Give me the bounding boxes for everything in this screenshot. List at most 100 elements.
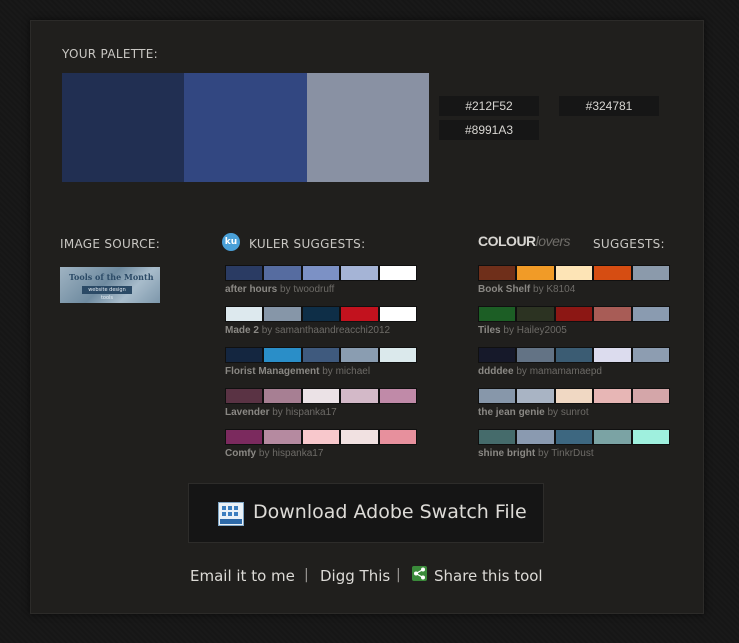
swatch-cell bbox=[479, 389, 518, 403]
suggestion-author: michael bbox=[335, 366, 371, 377]
swatch-cell bbox=[226, 389, 265, 403]
suggestion-swatch-strip[interactable] bbox=[478, 429, 670, 445]
thumbnail-subtitle: website design tools bbox=[82, 286, 132, 301]
suggestion-name: Tiles bbox=[478, 325, 501, 336]
suggestion-by: by bbox=[538, 448, 549, 459]
swatch-cell bbox=[302, 266, 342, 280]
suggestion-label[interactable]: Book Shelf by K8104 bbox=[478, 284, 575, 295]
suggestion-name: Lavender bbox=[225, 407, 270, 418]
swatch-cell bbox=[479, 266, 518, 280]
palette-panel: YOUR PALETTE: #212F52 #324781 #8991A3 IM… bbox=[30, 20, 704, 614]
swatch-cell bbox=[632, 307, 670, 321]
swatch-cell bbox=[226, 307, 265, 321]
suggestion-label[interactable]: Lavender by hispanka17 bbox=[225, 407, 337, 418]
suggestion-by: by bbox=[322, 366, 333, 377]
swatch-cell bbox=[517, 430, 556, 444]
swatch-cell bbox=[341, 307, 380, 321]
swatch-cell bbox=[517, 266, 556, 280]
suggestion-swatch-strip[interactable] bbox=[478, 306, 670, 322]
swatch-cell bbox=[479, 348, 518, 362]
swatch-cell bbox=[302, 389, 342, 403]
swatch-cell bbox=[302, 430, 342, 444]
swatch-cell bbox=[264, 389, 303, 403]
swatch-cell bbox=[226, 348, 265, 362]
suggestion-author: mamamamaepd bbox=[529, 366, 602, 377]
swatch-cell bbox=[264, 266, 303, 280]
thumbnail-title: Tools of the Month bbox=[69, 272, 154, 282]
suggestion-name: after hours bbox=[225, 284, 278, 295]
swatch-cell bbox=[264, 307, 303, 321]
swatch-cell bbox=[479, 307, 518, 321]
suggestion-name: Book Shelf bbox=[478, 284, 531, 295]
swatch-cell bbox=[517, 307, 556, 321]
suggestion-label[interactable]: Made 2 by samanthaandreacchi2012 bbox=[225, 325, 390, 336]
suggestion-swatch-strip[interactable] bbox=[478, 388, 670, 404]
suggestion-label[interactable]: Comfy by hispanka17 bbox=[225, 448, 323, 459]
suggestion-label[interactable]: shine bright by TinkrDust bbox=[478, 448, 594, 459]
hex-code[interactable]: #324781 bbox=[559, 96, 659, 116]
suggestion-by: by bbox=[272, 407, 283, 418]
suggestion-swatch-strip[interactable] bbox=[478, 265, 670, 281]
suggestion-swatch-strip[interactable] bbox=[225, 388, 417, 404]
suggestion-author: twoodruff bbox=[293, 284, 335, 295]
swatch-cell bbox=[379, 307, 417, 321]
suggestion-label[interactable]: Florist Management by michael bbox=[225, 366, 370, 377]
suggestion-name: ddddee bbox=[478, 366, 514, 377]
swatch-cell bbox=[594, 266, 633, 280]
swatch-cell bbox=[632, 266, 670, 280]
swatch-cell bbox=[594, 389, 633, 403]
suggestion-author: samanthaandreacchi2012 bbox=[275, 325, 391, 336]
palette-swatches bbox=[62, 73, 429, 182]
suggestion-author: sunrot bbox=[560, 407, 589, 418]
swatch-cell bbox=[341, 348, 380, 362]
swatch-cell bbox=[264, 430, 303, 444]
suggestion-author: Hailey2005 bbox=[516, 325, 567, 336]
suggestion-label[interactable]: Tiles by Hailey2005 bbox=[478, 325, 567, 336]
suggestion-label[interactable]: after hours by twoodruff bbox=[225, 284, 334, 295]
swatch-cell bbox=[594, 430, 633, 444]
swatch-cell bbox=[379, 266, 417, 280]
suggestion-author: hispanka17 bbox=[285, 407, 337, 418]
email-link[interactable]: Email it to me bbox=[190, 567, 295, 585]
swatch-cell bbox=[302, 307, 342, 321]
suggestion-name: Comfy bbox=[225, 448, 257, 459]
suggestion-by: by bbox=[261, 325, 273, 336]
hex-code[interactable]: #8991A3 bbox=[439, 120, 539, 140]
image-source-heading: IMAGE SOURCE: bbox=[60, 237, 161, 251]
digg-link[interactable]: Digg This bbox=[320, 567, 390, 585]
swatch-cell bbox=[379, 348, 417, 362]
suggestion-by: by bbox=[533, 284, 544, 295]
image-source-thumbnail[interactable]: Tools of the Month website design tools bbox=[60, 267, 160, 303]
suggestion-name: Florist Management bbox=[225, 366, 320, 377]
suggestion-swatch-strip[interactable] bbox=[225, 265, 417, 281]
swatch-cell bbox=[555, 348, 595, 362]
colourlovers-heading: SUGGESTS: bbox=[593, 237, 665, 251]
swatch-cell bbox=[632, 430, 670, 444]
separator: | bbox=[304, 567, 309, 583]
suggestion-swatch-strip[interactable] bbox=[225, 306, 417, 322]
palette-swatch bbox=[184, 73, 307, 182]
swatch-cell bbox=[264, 348, 303, 362]
hex-code[interactable]: #212F52 bbox=[439, 96, 539, 116]
suggestion-author: K8104 bbox=[546, 284, 576, 295]
kuler-heading: KULER SUGGESTS: bbox=[249, 237, 366, 251]
swatch-cell bbox=[632, 348, 670, 362]
colourlovers-logo-light: lovers bbox=[535, 233, 571, 249]
suggestion-label[interactable]: the jean genie by sunrot bbox=[478, 407, 589, 418]
suggestion-swatch-strip[interactable] bbox=[225, 429, 417, 445]
swatch-cell bbox=[517, 348, 556, 362]
suggestion-label[interactable]: ddddee by mamamamaepd bbox=[478, 366, 602, 377]
suggestion-swatch-strip[interactable] bbox=[225, 347, 417, 363]
download-swatch-button[interactable]: Download Adobe Swatch File bbox=[188, 483, 544, 543]
swatch-cell bbox=[594, 307, 633, 321]
palette-heading: YOUR PALETTE: bbox=[62, 47, 158, 61]
kuler-logo-icon: ku bbox=[222, 233, 240, 251]
swatch-cell bbox=[341, 389, 380, 403]
swatch-cell bbox=[379, 430, 417, 444]
suggestion-swatch-strip[interactable] bbox=[478, 347, 670, 363]
share-link[interactable]: Share this tool bbox=[434, 567, 543, 585]
share-icon[interactable] bbox=[412, 566, 427, 581]
swatch-cell bbox=[632, 389, 670, 403]
suggestion-by: by bbox=[516, 366, 527, 377]
suggestion-author: TinkrDust bbox=[551, 448, 594, 459]
